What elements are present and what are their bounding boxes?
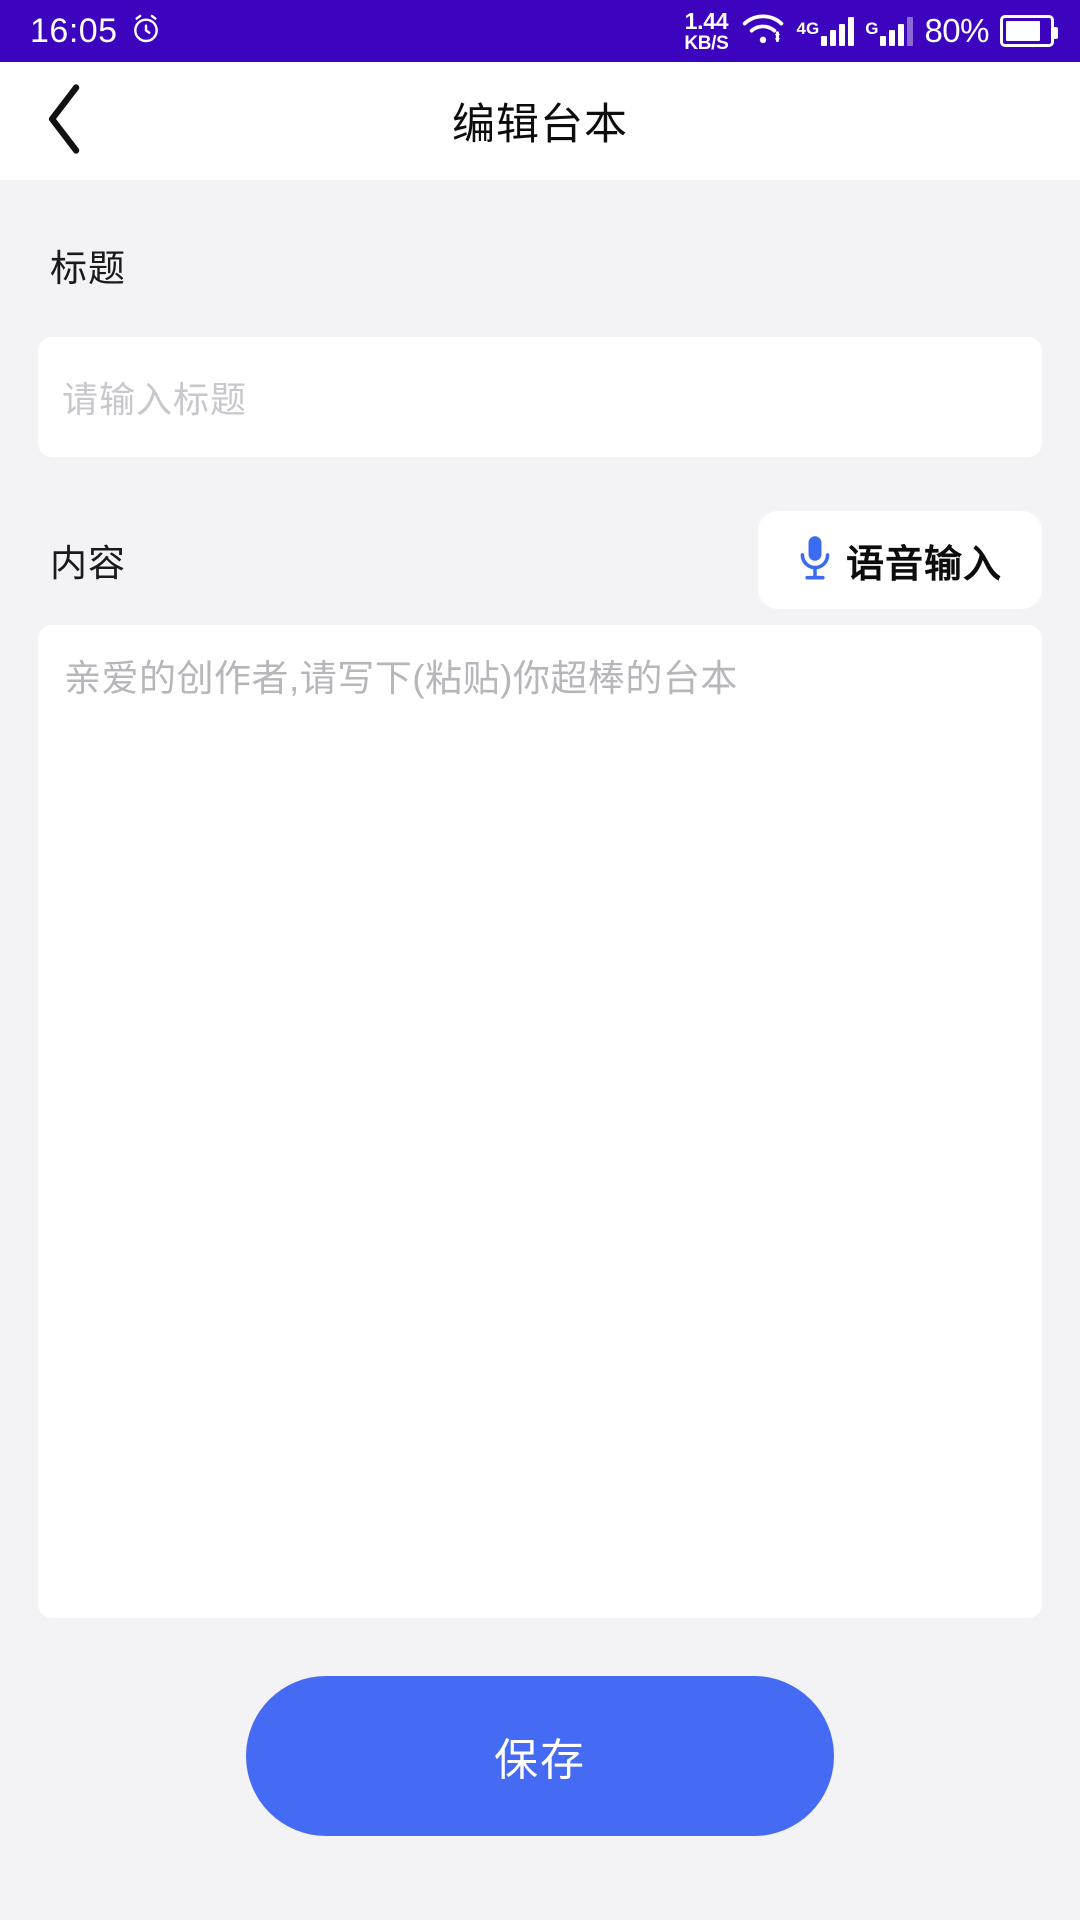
sim1-signal-bars-icon [821, 16, 855, 46]
alarm-clock-icon [130, 13, 162, 50]
sim2-signal-bars-icon [880, 16, 914, 46]
network-speed-unit: KB/S [684, 32, 729, 54]
form-content: 标题 请输入标题 内容 语音输入 亲爱的创作者,请写下(粘贴)你超棒的台本 保存 [0, 180, 1080, 1920]
save-button-label: 保存 [494, 1736, 586, 1785]
status-clock: 16:05 [30, 12, 118, 50]
sim1-network-type-label: 4G [796, 19, 820, 38]
network-speed-indicator: 1.44 KB/S [684, 7, 729, 54]
microphone-icon [798, 534, 832, 587]
title-field-label: 标题 [50, 248, 126, 289]
wifi-icon [740, 12, 786, 51]
sim1-signal-indicator: 4G [797, 16, 855, 46]
page-title: 编辑台本 [452, 101, 628, 149]
back-button[interactable] [22, 78, 108, 164]
voice-input-label: 语音输入 [845, 543, 1002, 586]
network-speed-value: 1.44 [684, 7, 729, 34]
status-bar: 16:05 1.44 KB/S 4G G 80% [0, 0, 1080, 62]
save-button-area: 保存 [38, 1618, 1042, 1920]
content-textarea[interactable]: 亲爱的创作者,请写下(粘贴)你超棒的台本 [38, 625, 1042, 1618]
battery-fill [1006, 21, 1040, 41]
content-field-label: 内容 [50, 543, 126, 584]
app-screen: 16:05 1.44 KB/S 4G G 80% 编辑台本 标题 请输入标题 内… [0, 0, 1080, 1920]
voice-input-button[interactable]: 语音输入 [757, 511, 1042, 609]
title-input[interactable]: 请输入标题 [38, 337, 1042, 457]
title-input-placeholder: 请输入标题 [62, 379, 248, 420]
chevron-left-icon [39, 82, 91, 161]
status-bar-right: 1.44 KB/S 4G G 80% [684, 7, 1058, 54]
battery-percent-label: 80% [924, 12, 989, 49]
status-bar-left: 16:05 [30, 13, 162, 50]
save-button[interactable]: 保存 [246, 1676, 834, 1836]
battery-icon [1000, 15, 1058, 47]
sim2-signal-indicator: G [865, 16, 914, 46]
content-field-header: 内容 语音输入 [38, 511, 1042, 609]
sim2-network-type-label: G [865, 19, 879, 38]
nav-bar: 编辑台本 [0, 62, 1080, 180]
content-textarea-placeholder: 亲爱的创作者,请写下(粘贴)你超棒的台本 [64, 658, 738, 699]
